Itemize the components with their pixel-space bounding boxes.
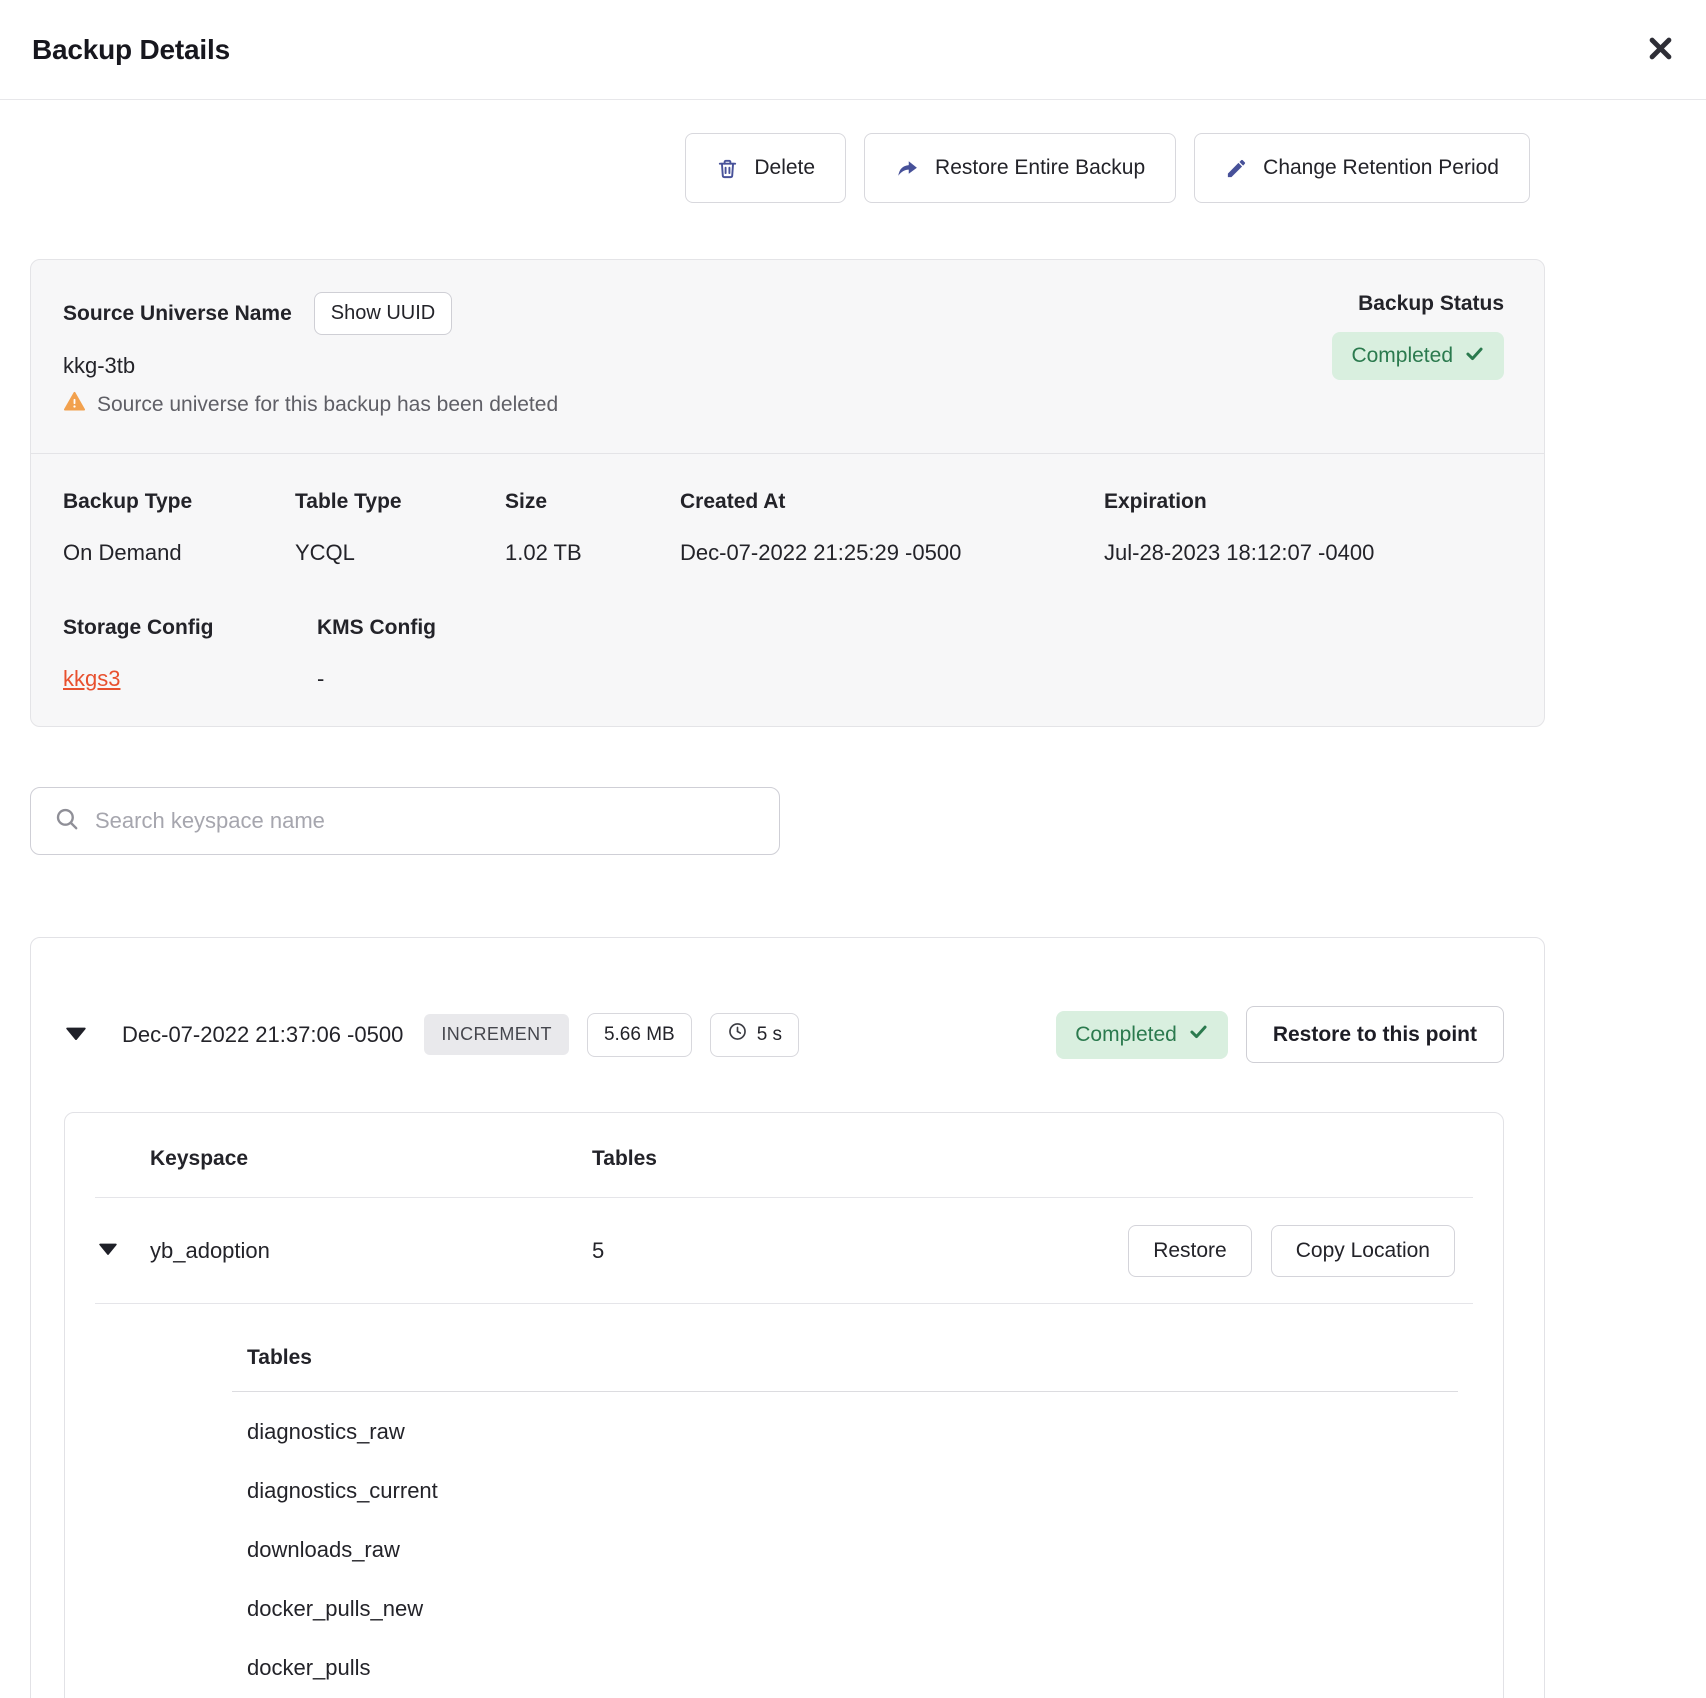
keyspace-name: yb_adoption [150,1238,592,1264]
clock-icon [727,1021,748,1048]
backup-status-badge: Completed [1332,332,1504,380]
backup-fields-row: Backup Type On Demand Table Type YCQL Si… [63,490,1504,566]
table-list-item: diagnostics_raw [232,1402,1458,1461]
backup-status-block: Backup Status Completed [1332,292,1504,419]
restore-entire-backup-button[interactable]: Restore Entire Backup [864,133,1176,203]
keyspace-table-header: Keyspace Tables [65,1147,1503,1171]
keyspace-search [30,787,780,855]
universe-deleted-warning: Source universe for this backup has been… [63,390,558,419]
backup-status-label: Backup Status [1332,292,1504,316]
change-retention-label: Change Retention Period [1263,156,1499,180]
table-list-item: diagnostics_current [232,1461,1458,1520]
pencil-icon [1225,157,1248,180]
restore-keyspace-button[interactable]: Restore [1128,1225,1252,1277]
source-universe-label: Source Universe Name [63,302,292,326]
modal-body: Delete Restore Entire Backup Change Rete… [0,133,1575,1698]
increment-timestamp: Dec-07-2022 21:37:06 -0500 [122,1022,403,1048]
show-uuid-button[interactable]: Show UUID [314,292,452,335]
summary-top-section: Source Universe Name Show UUID kkg-3tb S… [31,260,1544,453]
keyspace-row: yb_adoption 5 Restore Copy Location [65,1198,1503,1303]
trash-icon [716,157,739,180]
increment-status-value: Completed [1075,1023,1177,1047]
field-backup-type: Backup Type On Demand [63,490,295,566]
increment-duration-badge: 5 s [710,1013,799,1057]
warning-triangle-icon [63,390,86,419]
close-icon [1645,33,1676,67]
field-storage-config: Storage Config kkgs3 [63,616,317,692]
storage-config-link[interactable]: kkgs3 [63,666,120,691]
universe-name: kkg-3tb [63,353,558,379]
delete-button[interactable]: Delete [685,133,846,203]
keyspace-tables-section: Tables diagnostics_raw diagnostics_curre… [232,1304,1458,1698]
summary-details-section: Backup Type On Demand Table Type YCQL Si… [31,453,1544,726]
restore-arrow-icon [895,156,920,181]
search-input[interactable] [95,808,756,834]
backup-details-modal: Backup Details Delete Restore Entire Bac… [0,0,1706,1698]
warning-text: Source universe for this backup has been… [97,393,558,417]
tables-column-header: Tables [592,1147,1455,1171]
field-expiration: Expiration Jul-28-2023 18:12:07 -0400 [1104,490,1504,566]
keyspace-table: Keyspace Tables yb_adoption 5 Restore Co… [64,1112,1504,1698]
keyspace-column-header: Keyspace [150,1147,592,1171]
backup-summary-panel: Source Universe Name Show UUID kkg-3tb S… [30,259,1545,727]
restore-entire-backup-label: Restore Entire Backup [935,156,1145,180]
copy-location-button[interactable]: Copy Location [1271,1225,1455,1277]
table-list-item: docker_pulls [232,1638,1458,1697]
delete-button-label: Delete [754,156,815,180]
page-title: Backup Details [32,34,230,66]
close-button[interactable] [1637,25,1684,75]
backup-status-value: Completed [1351,344,1453,368]
table-list-item: docker_pulls_new [232,1579,1458,1638]
modal-header: Backup Details [0,0,1706,100]
field-created-at: Created At Dec-07-2022 21:25:29 -0500 [680,490,1104,566]
caret-down-icon [99,1243,117,1258]
increment-header-row: Dec-07-2022 21:37:06 -0500 INCREMENT 5.6… [64,1006,1504,1063]
restore-to-point-button[interactable]: Restore to this point [1246,1006,1504,1063]
check-icon [1464,343,1485,370]
field-table-type: Table Type YCQL [295,490,505,566]
field-kms-config: KMS Config - [317,616,1504,692]
increment-card: Dec-07-2022 21:37:06 -0500 INCREMENT 5.6… [30,937,1545,1698]
change-retention-button[interactable]: Change Retention Period [1194,133,1530,203]
action-toolbar: Delete Restore Entire Backup Change Rete… [30,133,1530,203]
collapse-increment-button[interactable] [64,1025,88,1045]
table-list-item: downloads_raw [232,1520,1458,1579]
check-icon [1188,1021,1209,1048]
increment-type-badge: INCREMENT [424,1014,569,1055]
collapse-keyspace-button[interactable] [97,1241,119,1260]
config-fields-row: Storage Config kkgs3 KMS Config - [63,616,1504,692]
increment-status-badge: Completed [1056,1011,1228,1059]
increment-size-badge: 5.66 MB [587,1013,692,1057]
increment-duration-value: 5 s [757,1024,782,1046]
divider [232,1391,1458,1392]
keyspace-table-count: 5 [592,1238,1128,1264]
field-size: Size 1.02 TB [505,490,680,566]
source-universe-block: Source Universe Name Show UUID kkg-3tb S… [63,292,558,419]
caret-down-icon [66,1027,86,1043]
tables-subheader: Tables [232,1346,1458,1370]
search-icon [54,806,80,837]
